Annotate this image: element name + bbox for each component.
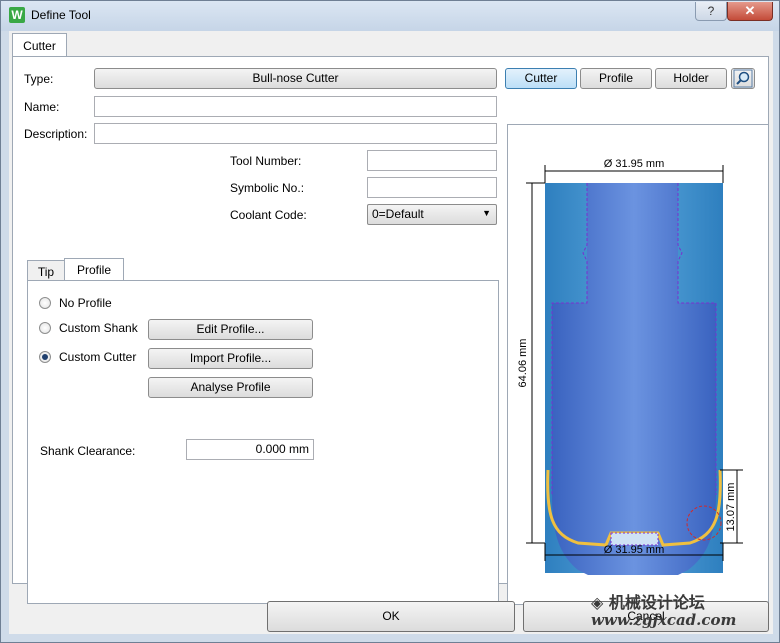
analyse-profile-button[interactable]: Analyse Profile — [148, 377, 313, 398]
shank-clearance-label: Shank Clearance: — [40, 444, 136, 458]
view-holder-button[interactable]: Holder — [655, 68, 727, 89]
tool-preview-canvas: Ø 31.95 mm 64.06 mm Ø 31.95 mm 13.07 mm — [517, 158, 743, 575]
watermark: ◈ 机械设计论坛 www.zgjxcad.com — [591, 589, 736, 629]
tab-profile[interactable]: Profile — [64, 258, 124, 282]
coolant-code-value: 0=Default — [372, 207, 424, 221]
tool-number-label: Tool Number: — [230, 154, 302, 168]
custom-cutter-label[interactable]: Custom Cutter — [59, 350, 136, 364]
cutter-panel: Type: Bull-nose Cutter Name: Description… — [12, 56, 769, 605]
dropdown-arrow-icon: ▼ — [482, 208, 491, 218]
watermark-site: www.zgjxcad.com — [591, 611, 737, 629]
tab-cutter[interactable]: Cutter — [12, 33, 67, 57]
view-cutter-button[interactable]: Cutter — [505, 68, 577, 89]
watermark-logo-icon: ◈ — [591, 593, 604, 612]
define-tool-window: W Define Tool ? ✕ Cutter Type: Bull-nose… — [0, 0, 780, 643]
app-logo-icon: W — [9, 7, 25, 23]
coolant-code-select[interactable]: 0=Default ▼ — [367, 204, 497, 225]
description-label: Description: — [24, 127, 88, 141]
corner-height-label: 13.07 mm — [725, 483, 737, 532]
shank-clearance-input[interactable]: 0.000 mm — [186, 439, 314, 460]
profile-subpanel: No Profile Custom Shank Custom Cutter Ed… — [27, 280, 499, 604]
import-profile-button[interactable]: Import Profile... — [148, 348, 313, 369]
ok-button[interactable]: OK — [267, 601, 515, 632]
tool-preview: Ø 31.95 mm 64.06 mm Ø 31.95 mm 13.07 mm — [507, 124, 769, 605]
top-diameter-label: Ø 31.95 mm — [604, 158, 665, 170]
window-title: Define Tool — [31, 8, 91, 22]
view-profile-button[interactable]: Profile — [580, 68, 652, 89]
edit-profile-button[interactable]: Edit Profile... — [148, 319, 313, 340]
tab-tip[interactable]: Tip — [27, 260, 65, 282]
description-input[interactable] — [94, 123, 497, 144]
no-profile-label[interactable]: No Profile — [59, 296, 112, 310]
custom-cutter-radio[interactable] — [39, 351, 51, 363]
type-button[interactable]: Bull-nose Cutter — [94, 68, 497, 89]
tool-number-input[interactable] — [367, 150, 497, 171]
help-button[interactable]: ? — [695, 2, 727, 21]
watermark-text: 机械设计论坛 — [608, 593, 705, 612]
bottom-diameter-label: Ø 31.95 mm — [604, 544, 665, 556]
coolant-code-label: Coolant Code: — [230, 208, 307, 222]
title-bar[interactable]: W Define Tool ? ✕ — [1, 1, 779, 31]
symbolic-no-input[interactable] — [367, 177, 497, 198]
close-button[interactable]: ✕ — [727, 2, 773, 21]
height-label: 64.06 mm — [517, 339, 529, 388]
zoom-button[interactable] — [731, 68, 755, 89]
dialog-client: Cutter Type: Bull-nose Cutter Name: Desc… — [9, 31, 773, 634]
no-profile-radio[interactable] — [39, 297, 51, 309]
name-label: Name: — [24, 100, 60, 114]
custom-shank-label[interactable]: Custom Shank — [59, 321, 138, 335]
symbolic-no-label: Symbolic No.: — [230, 181, 305, 195]
magnifier-icon — [733, 69, 753, 88]
custom-shank-radio[interactable] — [39, 322, 51, 334]
name-input[interactable] — [94, 96, 497, 117]
type-label: Type: — [24, 72, 54, 86]
